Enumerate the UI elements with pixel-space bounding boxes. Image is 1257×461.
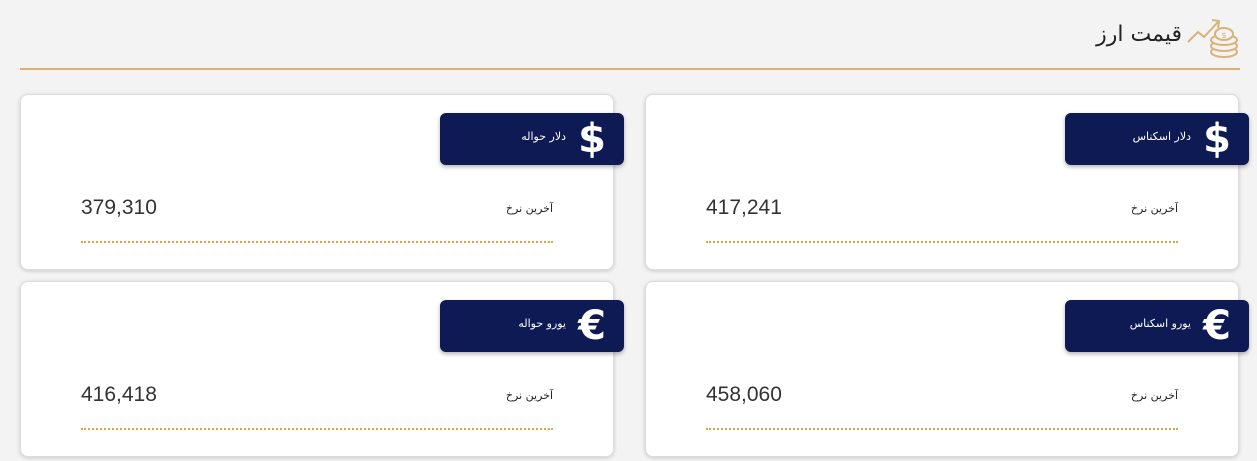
svg-text:$: $ bbox=[1221, 31, 1226, 40]
currency-label: دلار حواله bbox=[521, 130, 566, 143]
euro-icon: € bbox=[1203, 303, 1231, 349]
currency-card-dollar-cash[interactable]: $ دلار اسکناس آخرین نرخ 417,241 bbox=[645, 94, 1249, 270]
rising-coins-icon: $ bbox=[1187, 19, 1238, 58]
dollar-icon: $ bbox=[578, 116, 606, 162]
rate-value: 458,060 bbox=[706, 383, 782, 406]
euro-icon: € bbox=[578, 303, 606, 349]
section-header: $ قیمت ارز bbox=[20, 0, 1240, 70]
dotted-divider bbox=[706, 241, 1178, 243]
currency-card-dollar-transfer[interactable]: $ دلار حواله آخرین نرخ 379,310 bbox=[20, 94, 624, 270]
dollar-icon: $ bbox=[1203, 116, 1231, 162]
currency-label: یورو اسکناس bbox=[1129, 317, 1191, 330]
rate-label: آخرین نرخ bbox=[1130, 202, 1178, 215]
page-title: قیمت ارز bbox=[1096, 22, 1182, 47]
rate-label: آخرین نرخ bbox=[505, 389, 553, 402]
currency-label: دلار اسکناس bbox=[1132, 130, 1191, 143]
currency-badge: $ دلار حواله bbox=[440, 113, 624, 165]
currency-badge: € یورو اسکناس bbox=[1065, 300, 1249, 352]
currency-card-euro-cash[interactable]: € یورو اسکناس آخرین نرخ 458,060 bbox=[645, 281, 1249, 457]
rate-value: 416,418 bbox=[81, 383, 157, 406]
currency-label: یورو حواله bbox=[518, 317, 566, 330]
dotted-divider bbox=[81, 428, 553, 430]
currency-badge: $ دلار اسکناس bbox=[1065, 113, 1249, 165]
rate-value: 379,310 bbox=[81, 196, 157, 219]
dotted-divider bbox=[706, 428, 1178, 430]
currency-badge: € یورو حواله bbox=[440, 300, 624, 352]
rate-label: آخرین نرخ bbox=[505, 202, 553, 215]
rate-label: آخرین نرخ bbox=[1130, 389, 1178, 402]
rate-value: 417,241 bbox=[706, 196, 782, 219]
dotted-divider bbox=[81, 241, 553, 243]
currency-card-euro-transfer[interactable]: € یورو حواله آخرین نرخ 416,418 bbox=[20, 281, 624, 457]
